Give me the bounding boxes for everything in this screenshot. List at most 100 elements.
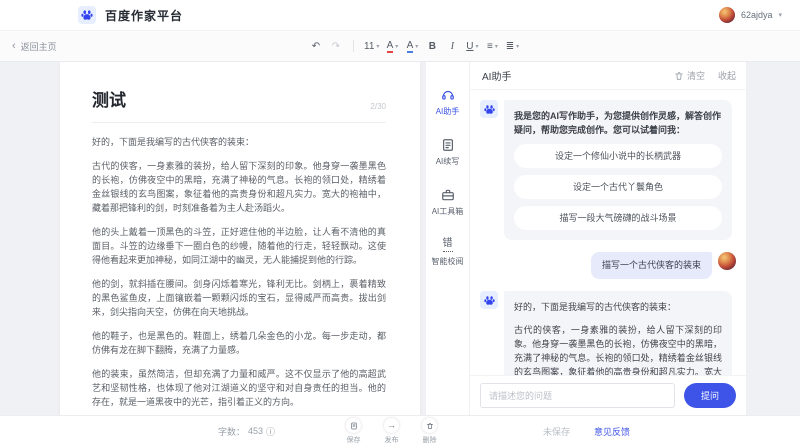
app-header: 百度作家平台 62ajdya ▾ <box>0 0 800 30</box>
ai-message-row: 好的，下面是我编写的古代侠客的装束： 古代的侠客，一身素雅的装扮，给人留下深刻的… <box>480 291 736 375</box>
delete-label: 删除 <box>423 435 437 445</box>
chevron-left-icon: ‹ <box>12 41 16 52</box>
editor-toolbar: ‹ 返回主页 ↶ ↷ 11 A A B I U ≡ ≣ <box>0 30 800 62</box>
tab-label: AI续写 <box>436 156 460 167</box>
trash-icon <box>674 71 684 81</box>
paw-icon <box>484 295 495 306</box>
clear-chat-button[interactable]: 清空 <box>674 69 705 82</box>
trash-icon <box>426 422 434 430</box>
back-home-label: 返回主页 <box>21 40 57 53</box>
bold-button[interactable]: B <box>422 35 442 57</box>
user-message-bubble: 描写一个古代侠客的装束 <box>591 252 712 279</box>
user-avatar <box>718 252 736 270</box>
collapse-panel-button[interactable]: 收起 <box>718 69 736 82</box>
document-icon <box>441 138 455 152</box>
suggestion-pill[interactable]: 设定一个修仙小说中的长柄武器 <box>514 144 722 168</box>
tab-ai-assistant[interactable]: AI助手 <box>436 88 460 117</box>
font-size-value: 11 <box>364 41 374 52</box>
chat-input-bar: 提问 <box>470 375 746 415</box>
word-count-label: 字数： <box>218 425 245 438</box>
question-input[interactable] <box>480 383 675 408</box>
collapse-label: 收起 <box>718 69 736 82</box>
document-paragraph: 他的剑，就斜插在腰间。剑身闪烁着寒光，锋利无比。剑柄上，裹着精致的黑色鲨鱼皮，上… <box>92 277 386 319</box>
document-editor[interactable]: 测试 2/30 好的，下面是我编写的古代侠客的装束： 古代的侠客，一身素雅的装扮… <box>60 62 420 415</box>
text-color-button[interactable]: A <box>382 35 402 57</box>
tab-label: AI工具箱 <box>432 206 464 217</box>
word-count-value: 453 <box>248 426 263 436</box>
main-area: 测试 2/30 好的，下面是我编写的古代侠客的装束： 古代的侠客，一身素雅的装扮… <box>0 62 800 415</box>
publish-button[interactable]: → 发布 <box>384 418 399 445</box>
app-title: 百度作家平台 <box>105 7 183 24</box>
ai-avatar <box>480 100 498 118</box>
back-home-link[interactable]: ‹ 返回主页 <box>12 31 57 61</box>
document-body[interactable]: 好的，下面是我编写的古代侠客的装束： 古代的侠客，一身素雅的装扮，给人留下深刻的… <box>92 135 386 409</box>
chat-panel-title: AI助手 <box>482 68 511 83</box>
user-avatar[interactable] <box>719 7 735 23</box>
save-label: 保存 <box>347 435 361 445</box>
font-size-select[interactable]: 11 <box>361 35 382 57</box>
ask-button[interactable]: 提问 <box>684 383 736 408</box>
redo-icon: ↷ <box>332 41 340 52</box>
underline-button[interactable]: U <box>462 35 482 57</box>
tab-smart-proofread[interactable]: 错 智能校阅 <box>432 238 464 267</box>
ai-tab-rail: AI助手 AI续写 AI工具箱 错 智能校阅 <box>426 62 470 415</box>
delete-button[interactable]: 删除 <box>422 418 437 445</box>
ai-reply-body: 古代的侠客，一身素雅的装扮，给人留下深刻的印象。他身穿一袭墨黑色的长袍，仿佛夜空… <box>514 323 722 375</box>
chat-messages[interactable]: 我是您的AI写作助手，为您提供创作灵感，解答创作疑问，帮助您完成创作。您可以试着… <box>470 90 746 375</box>
tab-ai-toolbox[interactable]: AI工具箱 <box>432 188 464 217</box>
user-message-row: 描写一个古代侠客的装束 <box>480 252 736 279</box>
footer-bar: 字数：453 ⓘ 保存 → 发布 删除 未保存 意见反馈 <box>0 415 800 446</box>
title-char-counter: 2/30 <box>370 102 386 111</box>
undo-icon: ↶ <box>312 41 320 52</box>
ai-reply-intro: 好的，下面是我编写的古代侠客的装束： <box>514 300 722 314</box>
paw-icon <box>81 9 93 21</box>
list-icon: ≣ <box>506 41 514 52</box>
list-button[interactable]: ≣ <box>502 35 522 57</box>
chevron-down-icon: ▾ <box>778 11 782 19</box>
ai-message-row: 我是您的AI写作助手，为您提供创作灵感，解答创作疑问，帮助您完成创作。您可以试着… <box>480 100 736 240</box>
tab-label: AI助手 <box>436 106 460 117</box>
italic-button[interactable]: I <box>442 35 462 57</box>
proofread-icon: 错 <box>443 238 453 252</box>
title-divider <box>92 122 386 123</box>
document-paragraph: 他的鞋子，也是黑色的。鞋面上，绣着几朵金色的小龙。每一步走动，都仿佛有龙在脚下翻… <box>92 329 386 357</box>
paw-icon <box>484 104 495 115</box>
app-logo <box>78 6 96 24</box>
align-icon: ≡ <box>487 41 493 52</box>
ai-greeting-bubble: 我是您的AI写作助手，为您提供创作灵感，解答创作疑问，帮助您完成创作。您可以试着… <box>504 100 732 240</box>
save-icon <box>350 422 358 430</box>
document-paragraph: 好的，下面是我编写的古代侠客的装束： <box>92 135 386 149</box>
toolbar-divider <box>353 40 354 52</box>
headset-icon <box>441 88 455 102</box>
user-menu[interactable]: 62ajdya ▾ <box>719 7 782 23</box>
tab-label: 智能校阅 <box>432 256 464 267</box>
word-count: 字数：453 ⓘ <box>218 416 275 446</box>
underline-icon: U <box>466 41 473 52</box>
ai-greeting-text: 我是您的AI写作助手，为您提供创作灵感，解答创作疑问，帮助您完成创作。您可以试着… <box>514 109 722 137</box>
align-button[interactable]: ≡ <box>482 35 502 57</box>
chat-header: AI助手 清空 收起 <box>470 62 746 90</box>
feedback-link[interactable]: 意见反馈 <box>594 416 630 446</box>
suggestion-pill[interactable]: 设定一个古代丫鬟角色 <box>514 175 722 199</box>
publish-icon: → <box>387 421 396 430</box>
undo-button[interactable]: ↶ <box>306 35 326 57</box>
document-paragraph: 他的装束，虽然简洁，但却充满了力量和威严。这不仅显示了他的高超武艺和坚韧性格，也… <box>92 367 386 409</box>
redo-button[interactable]: ↷ <box>326 35 346 57</box>
document-paragraph: 他的头上戴着一顶黑色的斗笠，正好遮住他的半边脸，让人看不清他的真面目。斗笠的边缘… <box>92 225 386 267</box>
toolbox-icon <box>441 188 455 202</box>
suggestion-pill[interactable]: 描写一段大气磅礴的战斗场景 <box>514 206 722 230</box>
save-button[interactable]: 保存 <box>346 418 361 445</box>
format-toolbar: ↶ ↷ 11 A A B I U ≡ ≣ <box>306 31 522 61</box>
publish-label: 发布 <box>385 435 399 445</box>
save-status: 未保存 <box>543 416 570 446</box>
info-icon: ⓘ <box>266 425 275 438</box>
highlight-color-button[interactable]: A <box>402 35 422 57</box>
tab-ai-continue[interactable]: AI续写 <box>436 138 460 167</box>
text-color-icon: A <box>387 40 394 53</box>
document-title-input[interactable]: 测试 <box>92 86 126 111</box>
ai-chat-panel: AI助手 清空 收起 <box>470 62 746 415</box>
ai-avatar <box>480 291 498 309</box>
highlight-icon: A <box>407 40 414 53</box>
document-paragraph: 古代的侠客，一身素雅的装扮，给人留下深刻的印象。他身穿一袭墨黑色的长袍，仿佛夜空… <box>92 159 386 215</box>
ai-reply-bubble: 好的，下面是我编写的古代侠客的装束： 古代的侠客，一身素雅的装扮，给人留下深刻的… <box>504 291 732 375</box>
